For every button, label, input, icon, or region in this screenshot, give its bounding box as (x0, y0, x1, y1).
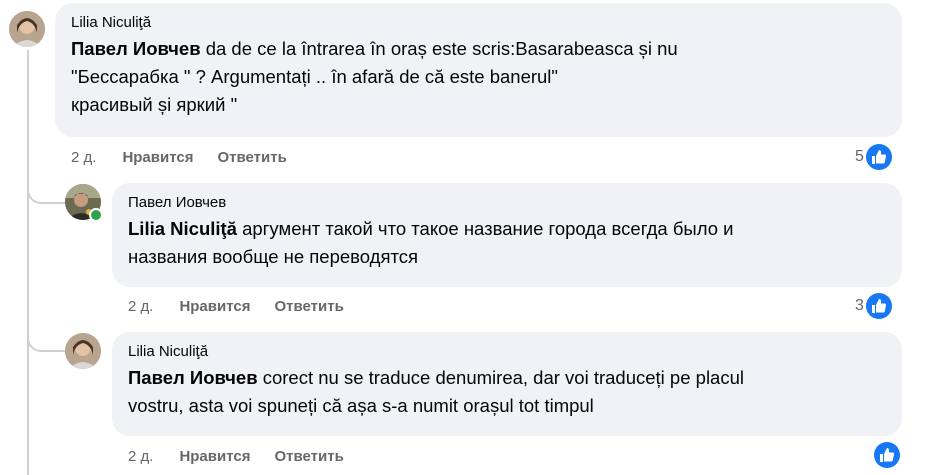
comment-actions: 2 д. Нравится Ответить (128, 298, 368, 315)
like-button[interactable]: Нравится (179, 448, 250, 465)
thumbs-up-icon (874, 442, 900, 468)
comment-author[interactable]: Lilia Niculiţă (128, 342, 888, 362)
mention-link[interactable]: Павел Иовчев (128, 367, 258, 388)
comment-bubble: Lilia Niculiţă Павел Иовчев corect nu se… (112, 332, 902, 436)
reaction-summary[interactable] (872, 442, 900, 468)
like-button[interactable]: Нравится (179, 298, 250, 315)
comment-bubble: Lilia Niculiţă Павел Иовчев da de ce la … (55, 3, 902, 137)
comment-time[interactable]: 2 д. (128, 298, 153, 315)
thumbs-up-icon (865, 293, 892, 319)
mention-link[interactable]: Павел Иовчев (71, 38, 201, 59)
thumbs-up-icon (865, 144, 892, 170)
reaction-summary[interactable]: 3 (855, 293, 892, 319)
comment-author[interactable]: Lilia Niculiţă (71, 13, 888, 33)
like-button[interactable]: Нравится (122, 149, 193, 166)
comment-actions: 2 д. Нравится Ответить (71, 149, 311, 166)
comment-text: Lilia Niculiţă аргумент такой что такое … (128, 215, 888, 271)
comment-bubble: Павел Иовчев Lilia Niculiţă аргумент так… (112, 183, 902, 287)
reaction-count: 5 (855, 148, 864, 165)
comment-time[interactable]: 2 д. (128, 448, 153, 465)
comment-text: Павел Иовчев corect nu se traduce denumi… (128, 364, 888, 420)
comment-author[interactable]: Павел Иовчев (128, 193, 888, 213)
reply-button[interactable]: Ответить (274, 298, 343, 315)
reply-button[interactable]: Ответить (274, 448, 343, 465)
thread-line-main (27, 50, 29, 475)
reply-button[interactable]: Ответить (217, 149, 286, 166)
mention-link[interactable]: Lilia Niculiţă (128, 218, 237, 239)
comment-time[interactable]: 2 д. (71, 149, 96, 166)
avatar-lilia[interactable] (65, 333, 101, 369)
reaction-summary[interactable]: 5 (855, 144, 892, 170)
avatar-lilia[interactable] (9, 11, 45, 47)
comment-text: Павел Иовчев da de ce la întrarea în ora… (71, 35, 888, 119)
comment-actions: 2 д. Нравится Ответить (128, 448, 368, 465)
thread-line-branch-2 (27, 328, 65, 352)
reaction-count: 3 (855, 297, 864, 314)
online-status-icon (89, 208, 103, 222)
thread-line-branch-1 (27, 180, 65, 204)
